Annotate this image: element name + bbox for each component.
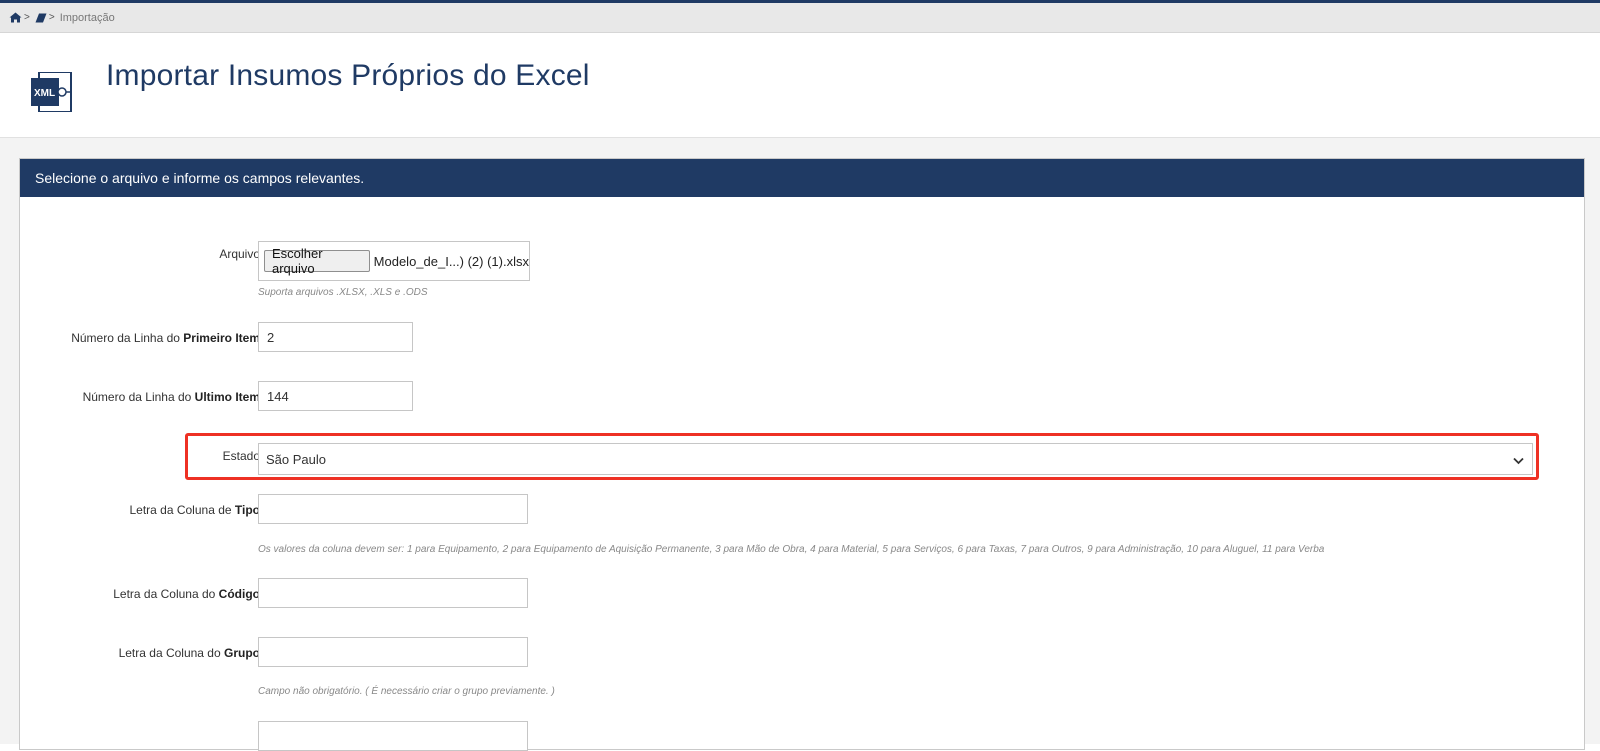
first-item-label: Número da Linha do Primeiro Item xyxy=(71,331,260,345)
state-select[interactable]: São Paulo xyxy=(258,443,1533,475)
xml-file-icon: XML xyxy=(31,71,75,117)
group-col-label: Letra da Coluna do Grupo xyxy=(118,646,260,660)
group-col-help-text: Campo não obrigatório. ( É necessário cr… xyxy=(258,686,555,697)
type-col-label: Letra da Coluna de Tipo xyxy=(129,503,260,517)
state-label: Estado xyxy=(222,449,260,463)
page-header: XML Importar Insumos Próprios do Excel xyxy=(0,33,1600,138)
choose-file-button[interactable]: Escolher arquivo xyxy=(264,246,370,276)
selected-file-name: Modelo_de_I...) (2) (1).xlsx xyxy=(373,253,529,269)
page-title: Importar Insumos Próprios do Excel xyxy=(106,59,590,92)
breadcrumb: > > Importação xyxy=(0,3,1600,33)
type-col-input[interactable] xyxy=(258,494,528,524)
last-item-label: Número da Linha do Ultimo Item xyxy=(82,390,260,404)
breadcrumb-current: Importação xyxy=(59,11,115,24)
import-form-panel: Selecione o arquivo e informe os campos … xyxy=(19,158,1585,751)
svg-text:XML: XML xyxy=(34,88,55,99)
home-icon[interactable] xyxy=(9,12,22,23)
next-field-input[interactable] xyxy=(258,721,528,751)
type-col-help-text: Os valores da coluna devem ser: 1 para E… xyxy=(258,544,1325,555)
panel-heading: Selecione o arquivo e informe os campos … xyxy=(20,159,1584,197)
chevron-down-icon xyxy=(1513,453,1524,468)
breadcrumb-separator-icon: > xyxy=(24,12,30,23)
state-selected-value: São Paulo xyxy=(266,451,326,467)
eraser-icon[interactable] xyxy=(35,13,47,23)
first-item-input[interactable] xyxy=(258,322,413,352)
group-col-input[interactable] xyxy=(258,637,528,667)
last-item-input[interactable] xyxy=(258,381,413,411)
file-input[interactable]: Escolher arquivo Modelo_de_I...) (2) (1)… xyxy=(258,241,530,281)
breadcrumb-separator-icon: > xyxy=(48,12,55,23)
file-help-text: Suporta arquivos .XLSX, .XLS e .ODS xyxy=(258,287,428,298)
file-label: Arquivo xyxy=(219,247,260,261)
code-col-input[interactable] xyxy=(258,578,528,608)
code-col-label: Letra da Coluna do Código xyxy=(113,587,260,601)
